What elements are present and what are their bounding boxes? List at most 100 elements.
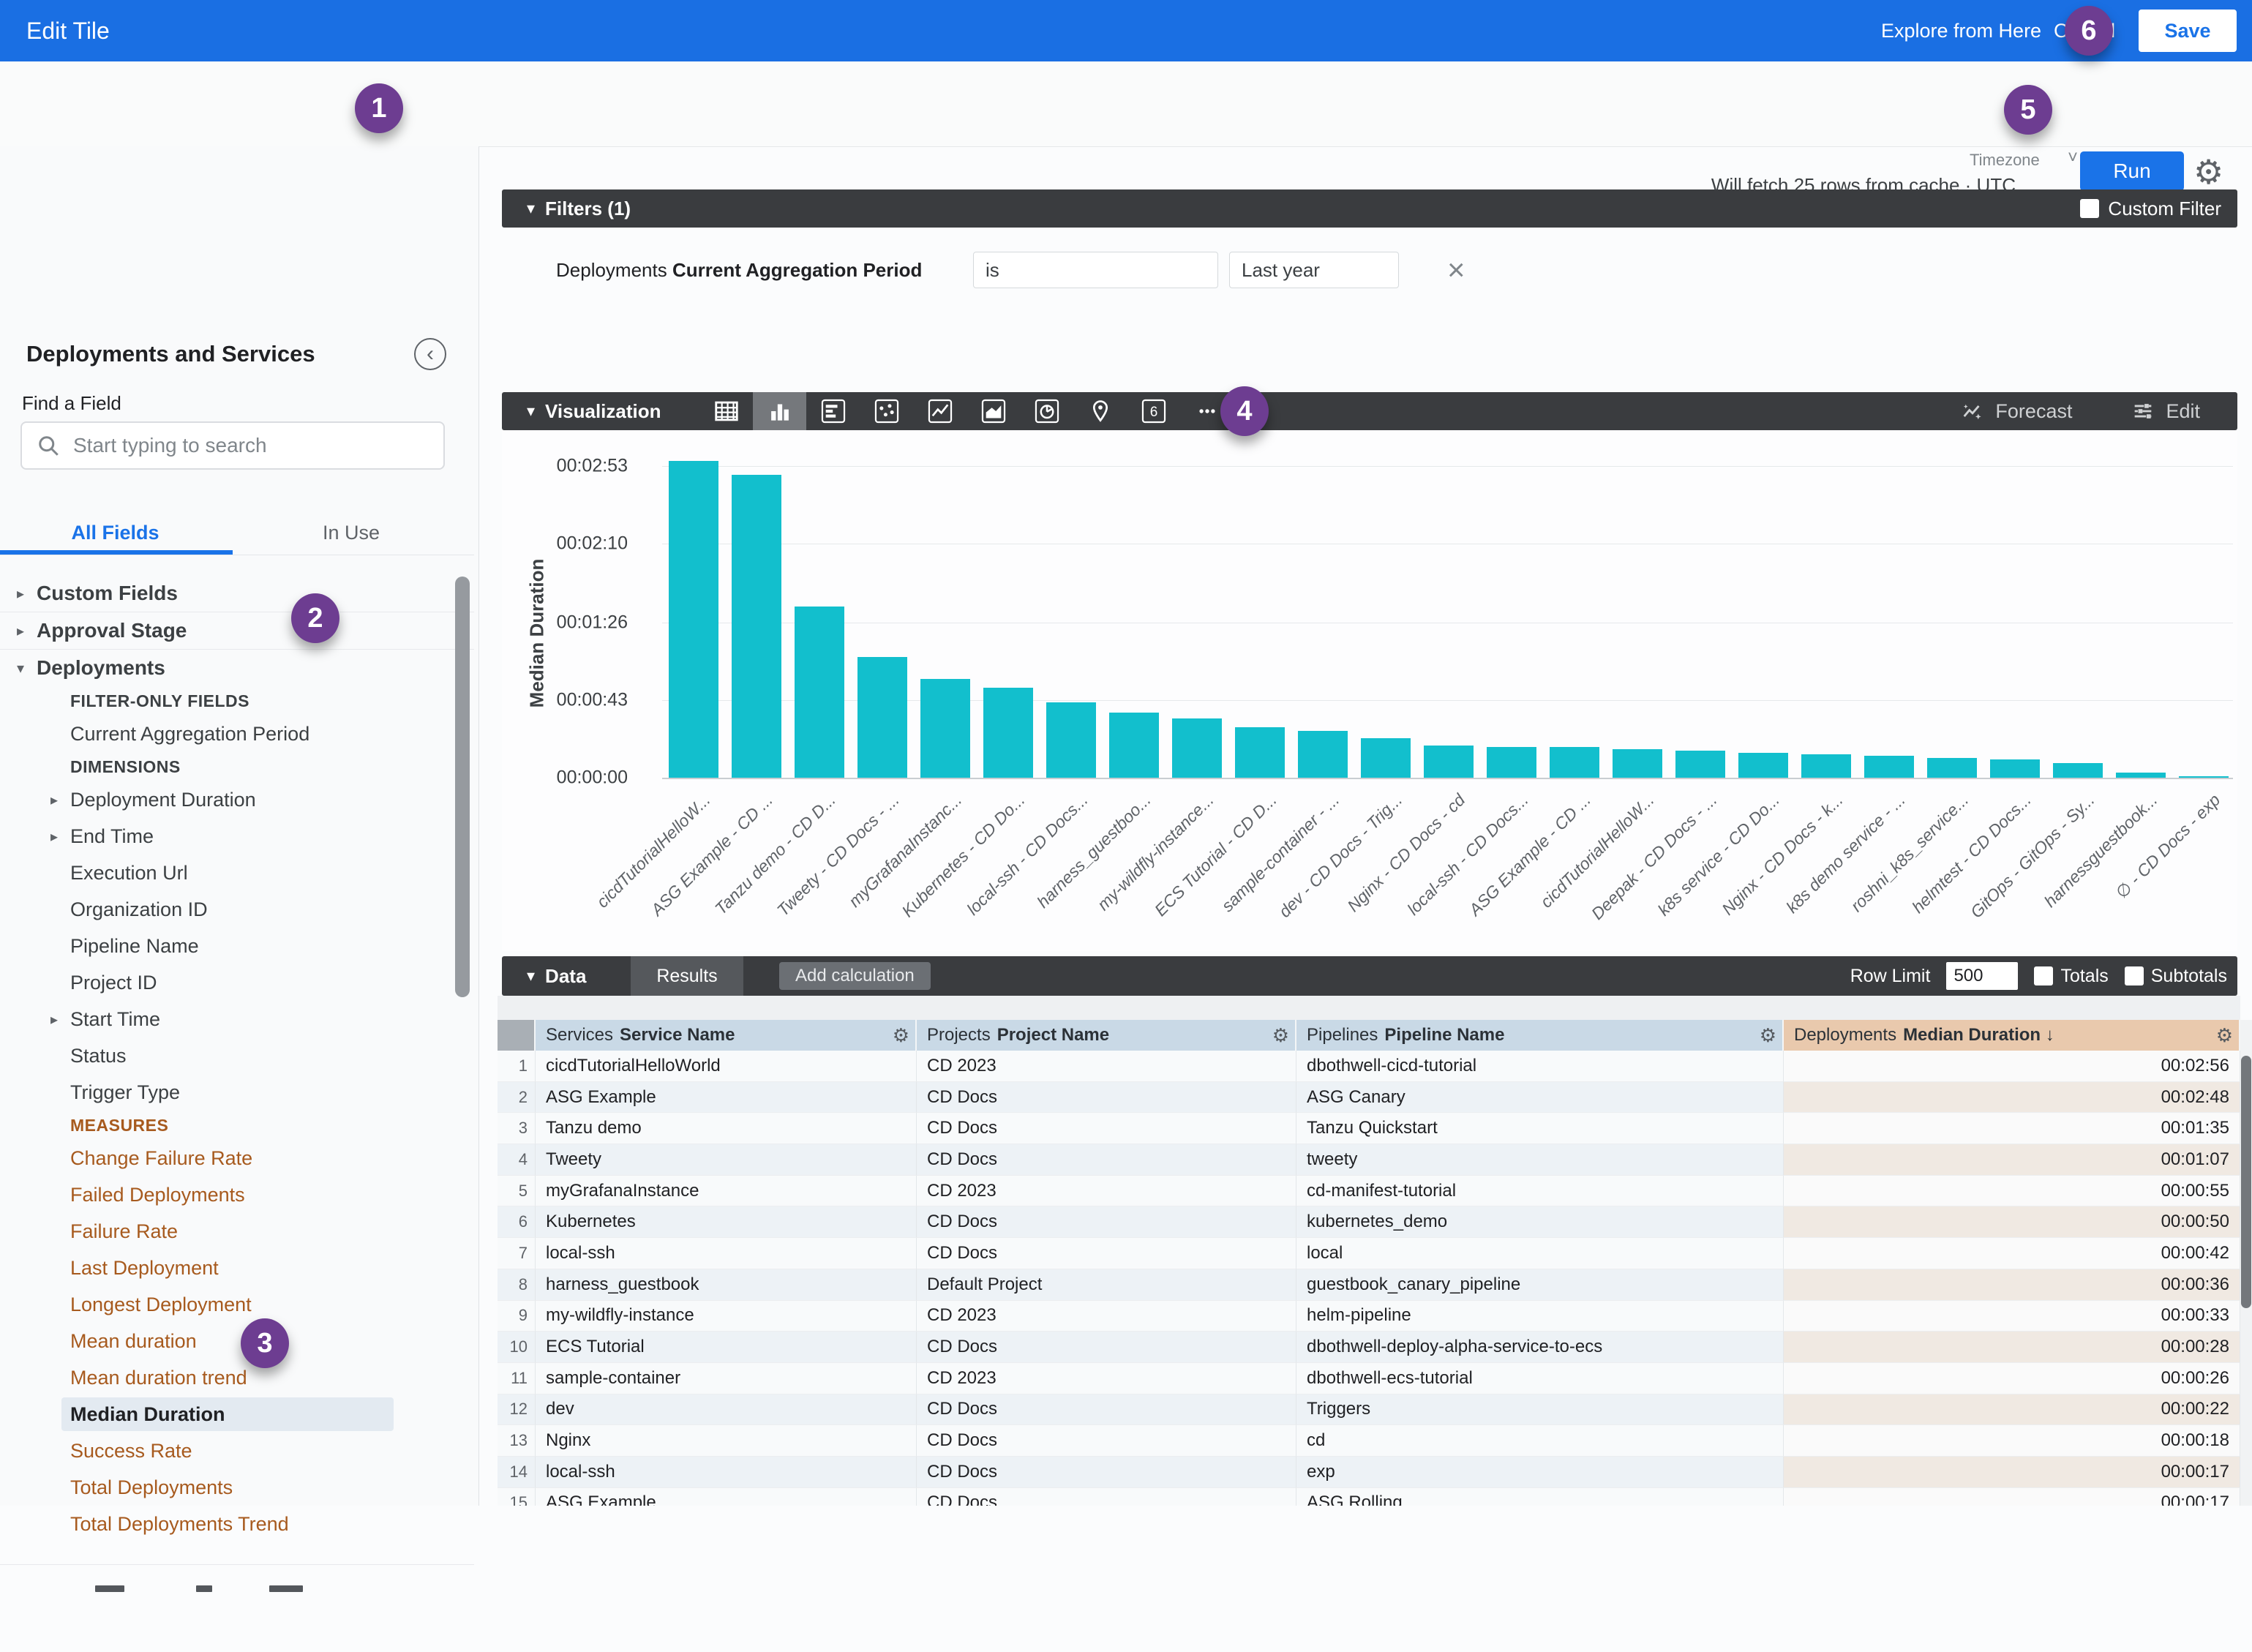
tab-all-fields[interactable]: All Fields xyxy=(0,515,230,550)
column-header-median-duration[interactable]: DeploymentsMedian Duration ↓⚙ xyxy=(1784,1020,2240,1051)
sidebar-item-deployment-duration[interactable]: ▸Deployment Duration xyxy=(0,781,474,818)
cell-service-name[interactable]: my-wildfly-instance xyxy=(536,1301,917,1332)
bar[interactable] xyxy=(1487,747,1536,778)
cell-pipeline-name[interactable]: kubernetes_demo xyxy=(1296,1206,1784,1238)
bar[interactable] xyxy=(2116,773,2166,778)
bar[interactable] xyxy=(1990,759,2040,778)
viz-type-bar-icon[interactable] xyxy=(753,392,806,430)
cell-median-duration[interactable]: 00:01:35 xyxy=(1784,1113,2240,1144)
cell-median-duration[interactable]: 00:00:18 xyxy=(1784,1425,2240,1457)
caret-right-icon[interactable]: ▸ xyxy=(4,585,37,603)
cell-median-duration[interactable]: 00:00:22 xyxy=(1784,1394,2240,1426)
bar[interactable] xyxy=(857,657,907,778)
sidebar-item-execution-url[interactable]: Execution Url xyxy=(0,855,474,891)
cell-project-name[interactable]: CD Docs xyxy=(917,1488,1296,1506)
bar[interactable] xyxy=(1927,758,1977,778)
cell-project-name[interactable]: CD 2023 xyxy=(917,1176,1296,1207)
caret-right-icon[interactable]: ▸ xyxy=(38,791,70,809)
sidebar-item-deployments[interactable]: ▾Deployments2 xyxy=(0,650,474,686)
sidebar-item-success-rate[interactable]: Success Rate xyxy=(0,1433,474,1469)
bar[interactable] xyxy=(2053,763,2103,778)
viz-type-map-icon[interactable] xyxy=(1073,392,1127,430)
bar[interactable] xyxy=(1613,749,1662,778)
cell-project-name[interactable]: CD Docs xyxy=(917,1425,1296,1457)
cell-project-name[interactable]: CD 2023 xyxy=(917,1363,1296,1394)
sidebar-item-end-time[interactable]: ▸End Time xyxy=(0,818,474,855)
table-scrollbar-thumb[interactable] xyxy=(2241,1056,2251,1308)
sidebar-scrollbar[interactable] xyxy=(455,577,470,997)
cell-service-name[interactable]: ECS Tutorial xyxy=(536,1332,917,1363)
gear-icon[interactable]: ⚙ xyxy=(1272,1024,1289,1047)
forecast-button[interactable]: Forecast xyxy=(1960,399,2072,424)
explore-from-here-link[interactable]: Explore from Here xyxy=(1881,0,2041,61)
sidebar-item-custom-fields[interactable]: ▸Custom Fields+ Add xyxy=(0,575,474,612)
field-search-box[interactable] xyxy=(20,421,445,470)
cell-project-name[interactable]: CD 2023 xyxy=(917,1301,1296,1332)
totals-checkbox[interactable] xyxy=(2034,966,2053,985)
cell-project-name[interactable]: CD Docs xyxy=(917,1394,1296,1426)
bar[interactable] xyxy=(1235,727,1285,778)
cell-project-name[interactable]: CD Docs xyxy=(917,1144,1296,1176)
sidebar-item-current-aggregation-period[interactable]: Current Aggregation Period xyxy=(0,716,474,752)
tab-in-use[interactable]: In Use xyxy=(230,515,472,550)
bar[interactable] xyxy=(1172,718,1222,778)
sidebar-item-approval-stage[interactable]: ▸Approval Stage xyxy=(0,612,474,650)
cell-pipeline-name[interactable]: tweety xyxy=(1296,1144,1784,1176)
sidebar-item-pipeline-name[interactable]: Pipeline Name xyxy=(0,928,474,964)
close-icon[interactable]: × xyxy=(1447,252,1465,288)
gear-icon[interactable]: ⚙ xyxy=(2193,152,2223,192)
viz-type-row-icon[interactable] xyxy=(806,392,860,430)
cell-service-name[interactable]: local-ssh xyxy=(536,1457,917,1488)
caret-right-icon[interactable]: ▸ xyxy=(38,827,70,846)
cell-median-duration[interactable]: 00:02:56 xyxy=(1784,1051,2240,1082)
cell-service-name[interactable]: harness_guestbook xyxy=(536,1269,917,1301)
cell-median-duration[interactable]: 00:01:07 xyxy=(1784,1144,2240,1176)
cell-median-duration[interactable]: 00:00:28 xyxy=(1784,1332,2240,1363)
bar[interactable] xyxy=(983,688,1033,778)
cell-median-duration[interactable]: 00:00:36 xyxy=(1784,1269,2240,1301)
sidebar-item-start-time[interactable]: ▸Start Time xyxy=(0,1001,474,1037)
run-button[interactable]: Run xyxy=(2080,151,2184,191)
cell-median-duration[interactable]: 00:00:50 xyxy=(1784,1206,2240,1238)
bar[interactable] xyxy=(1864,756,1914,778)
tab-results[interactable]: Results xyxy=(631,956,743,996)
bar[interactable] xyxy=(1424,746,1474,778)
gear-icon[interactable]: ⚙ xyxy=(1760,1024,1776,1047)
chevron-down-icon[interactable]: ˅ xyxy=(2068,148,2078,168)
bar[interactable] xyxy=(1738,753,1788,778)
sidebar-item-total-deployments[interactable]: Total Deployments xyxy=(0,1469,474,1506)
cell-service-name[interactable]: cicdTutorialHelloWorld xyxy=(536,1051,917,1082)
cell-project-name[interactable]: CD 2023 xyxy=(917,1051,1296,1082)
cell-median-duration[interactable]: 00:00:17 xyxy=(1784,1457,2240,1488)
collapse-panel-icon[interactable]: ‹ xyxy=(414,338,446,370)
save-button[interactable]: Save xyxy=(2139,10,2237,52)
cell-pipeline-name[interactable]: dbothwell-deploy-alpha-service-to-ecs xyxy=(1296,1332,1784,1363)
data-section-bar[interactable]: ▾ Data Results Add calculation Row Limit… xyxy=(502,956,2237,996)
viz-type-pie-icon[interactable] xyxy=(1020,392,1073,430)
gear-icon[interactable]: ⚙ xyxy=(893,1024,909,1047)
sidebar-item-median-duration[interactable]: Median Duration xyxy=(0,1396,474,1433)
cell-project-name[interactable]: CD Docs xyxy=(917,1238,1296,1269)
cell-median-duration[interactable]: 00:00:26 xyxy=(1784,1363,2240,1394)
row-limit-input[interactable] xyxy=(1946,962,2018,990)
gear-icon[interactable]: ⚙ xyxy=(2216,1024,2233,1047)
cell-project-name[interactable]: CD Docs xyxy=(917,1332,1296,1363)
cell-pipeline-name[interactable]: exp xyxy=(1296,1457,1784,1488)
cell-service-name[interactable]: Kubernetes xyxy=(536,1206,917,1238)
bar[interactable] xyxy=(2179,776,2229,778)
caret-down-icon[interactable]: ▾ xyxy=(527,199,535,218)
sidebar-item-trigger-type[interactable]: Trigger Type xyxy=(0,1074,474,1111)
bar[interactable] xyxy=(1361,738,1411,778)
cell-service-name[interactable]: dev xyxy=(536,1394,917,1426)
bar[interactable] xyxy=(1109,713,1159,778)
sidebar-item-failed-deployments[interactable]: Failed Deployments xyxy=(0,1176,474,1213)
caret-right-icon[interactable]: ▸ xyxy=(38,1010,70,1029)
cell-service-name[interactable]: myGrafanaInstance xyxy=(536,1176,917,1207)
sidebar-item-project-id[interactable]: Project ID xyxy=(0,964,474,1001)
visualization-section-bar[interactable]: ▾ Visualization 6 Forecast Edit xyxy=(502,392,2237,430)
cell-pipeline-name[interactable]: cd-manifest-tutorial xyxy=(1296,1176,1784,1207)
cell-service-name[interactable]: Tweety xyxy=(536,1144,917,1176)
viz-type-single-value-icon[interactable]: 6 xyxy=(1127,392,1180,430)
timezone-label[interactable]: Timezone xyxy=(1970,151,2040,170)
cell-service-name[interactable]: sample-container xyxy=(536,1363,917,1394)
